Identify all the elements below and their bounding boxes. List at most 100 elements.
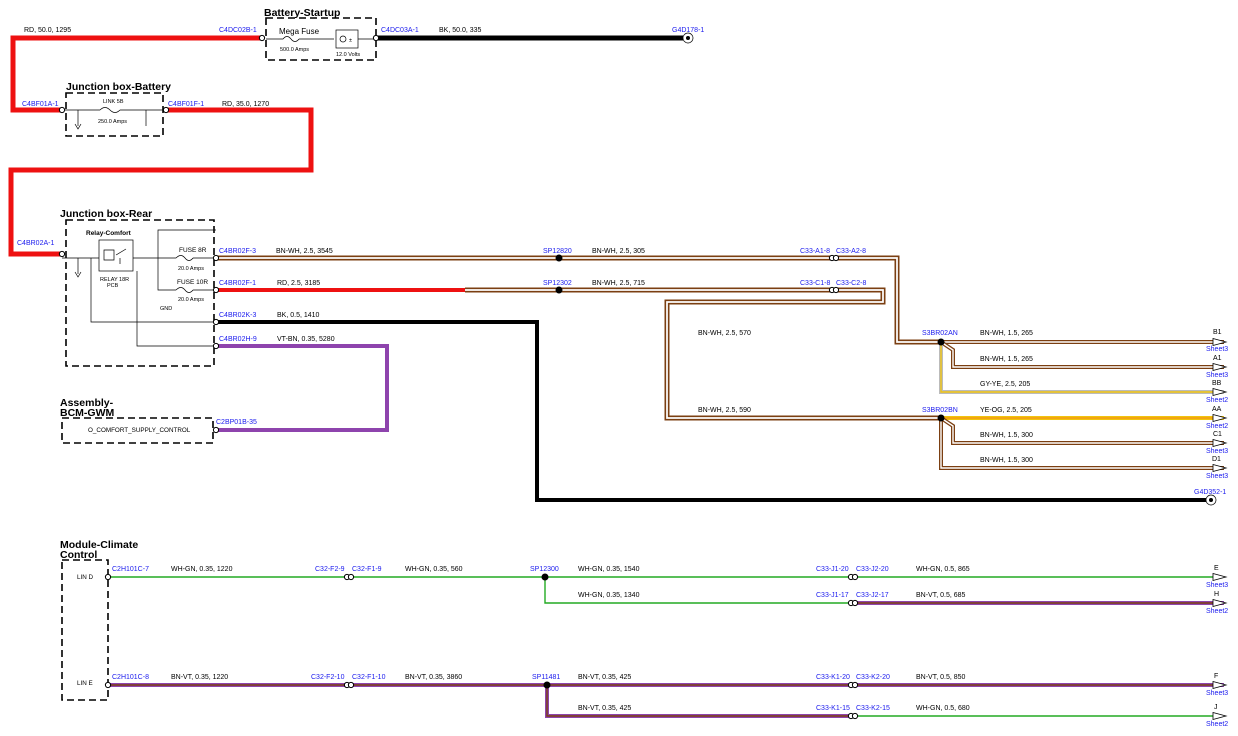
connector-pin[interactable]	[851, 712, 859, 720]
battery-startup-box[interactable]: Battery-Startup Mega Fuse 500.0 Amps ± 1…	[264, 7, 377, 61]
connector-pin[interactable]	[212, 342, 220, 350]
offsheet-arrow-icon[interactable]	[1212, 572, 1228, 582]
connector-pin[interactable]	[347, 681, 355, 689]
connector-label[interactable]: C4BR02A-1	[17, 240, 54, 247]
connector-label[interactable]: C33-K1-15	[816, 705, 850, 712]
connector-label[interactable]: C32-F1-9	[352, 566, 382, 573]
wire-rd-1295[interactable]	[10, 35, 262, 113]
connector-pin[interactable]	[162, 106, 170, 114]
connector-label[interactable]: C2H101C-7	[112, 566, 149, 573]
connector-label[interactable]: C32-F2-10	[311, 674, 345, 681]
connector-pin[interactable]	[832, 286, 840, 294]
splice-label[interactable]: SP12300	[530, 566, 559, 573]
offsheet-sheet-link[interactable]: Sheet3	[1206, 372, 1228, 379]
offsheet-sheet-link[interactable]: Sheet3	[1206, 690, 1228, 697]
connector-label[interactable]: C32-F2-9	[315, 566, 345, 573]
connector-pin[interactable]	[851, 573, 859, 581]
junction-box-battery[interactable]: Junction box-Battery LINK 5B 250.0 Amps	[62, 81, 171, 137]
offsheet-sheet-link[interactable]: Sheet3	[1206, 346, 1228, 353]
splice-dot[interactable]	[937, 338, 945, 346]
connector-label[interactable]: C4BF01A-1	[22, 101, 59, 108]
connector-label[interactable]: C4DC02B-1	[219, 27, 257, 34]
wire-bnwh-300a[interactable]	[939, 416, 1224, 445]
connector-label[interactable]: C2BP01B-35	[216, 419, 257, 426]
wire-label: BN-WH, 2.5, 305	[592, 248, 645, 255]
offsheet-sheet-link[interactable]: Sheet3	[1206, 448, 1228, 455]
offsheet-sheet-link[interactable]: Sheet2	[1206, 721, 1228, 728]
junction-box-rear[interactable]: Junction box-Rear Relay-Comfort RELAY 18…	[60, 208, 216, 367]
connector-label[interactable]: C4BF01F-1	[168, 101, 204, 108]
offsheet-sheet-link[interactable]: Sheet2	[1206, 608, 1228, 615]
wire-label: BN-WH, 2.5, 715	[592, 280, 645, 287]
connector-label[interactable]: C33-K2-20	[856, 674, 890, 681]
splice-dot[interactable]	[555, 286, 563, 294]
connector-label[interactable]: C33-J1-17	[816, 592, 849, 599]
connector-label[interactable]: C33-C1-8	[800, 280, 830, 287]
wire-label: BK, 0.5, 1410	[277, 312, 320, 319]
connector-pin[interactable]	[58, 250, 66, 258]
connector-pin[interactable]	[212, 426, 220, 434]
link-5b-rating: 250.0 Amps	[98, 119, 127, 125]
splice-dot[interactable]	[543, 681, 551, 689]
connector-label[interactable]: C4BR02K-3	[219, 312, 256, 319]
connector-pin[interactable]	[372, 34, 380, 42]
connector-pin[interactable]	[212, 254, 220, 262]
connector-label[interactable]: C32-F1-10	[352, 674, 386, 681]
offsheet-sheet-link[interactable]: Sheet3	[1206, 473, 1228, 480]
wire-vtbn-5280[interactable]	[216, 344, 389, 432]
lin-e-pin: LIN E	[77, 680, 93, 687]
wire-whgn-1340[interactable]	[543, 577, 851, 605]
splice-label[interactable]: SP11481	[532, 674, 560, 681]
wire-rd-1270[interactable]	[8, 107, 314, 257]
splice-label[interactable]: S3BR02BN	[922, 407, 958, 414]
wire-bnwh-265b[interactable]	[939, 340, 1224, 369]
splice-dot[interactable]	[937, 414, 945, 422]
offsheet-arrow-icon[interactable]	[1212, 598, 1228, 608]
offsheet-arrow-icon[interactable]	[1212, 413, 1228, 423]
splice-dot[interactable]	[541, 573, 549, 581]
assembly-bcm-gwm[interactable]: Assembly- BCM-GWM O_COMFORT_SUPPLY_CONTR…	[60, 397, 214, 444]
connector-pin[interactable]	[104, 681, 112, 689]
connector-pin[interactable]	[258, 34, 266, 42]
connector-pin[interactable]	[212, 318, 220, 326]
offsheet-arrow-icon[interactable]	[1212, 362, 1228, 372]
offsheet-arrow-icon[interactable]	[1212, 387, 1228, 397]
connector-label[interactable]: C2H101C-8	[112, 674, 149, 681]
offsheet-arrow-icon[interactable]	[1212, 337, 1228, 347]
splice-label[interactable]: S3BR02AN	[922, 330, 958, 337]
connector-pin[interactable]	[347, 573, 355, 581]
splice-label[interactable]: SP12820	[543, 248, 572, 255]
connector-label[interactable]: C33-K2-15	[856, 705, 890, 712]
link-5b-label: LINK 5B	[103, 99, 124, 105]
connector-label[interactable]: C33-A2-8	[836, 248, 866, 255]
connector-label[interactable]: C33-C2-8	[836, 280, 866, 287]
offsheet-sheet-link[interactable]: Sheet3	[1206, 582, 1228, 589]
connector-pin[interactable]	[851, 599, 859, 607]
connector-label[interactable]: C4BR02F-3	[219, 248, 256, 255]
connector-label[interactable]: C33-J1-20	[816, 566, 849, 573]
splice-label[interactable]: SP12302	[543, 280, 572, 287]
offsheet-arrow-icon[interactable]	[1212, 438, 1228, 448]
connector-label[interactable]: C33-J2-17	[856, 592, 889, 599]
splice-dot[interactable]	[555, 254, 563, 262]
connector-label[interactable]: C4BR02H-9	[219, 336, 257, 343]
wire-label: BN-VT, 0.35, 425	[578, 674, 631, 681]
offsheet-arrow-icon[interactable]	[1212, 711, 1228, 721]
connector-label[interactable]: C4BR02F-1	[219, 280, 256, 287]
connector-label[interactable]: C33-A1-8	[800, 248, 830, 255]
connector-label[interactable]: C4DC03A-1	[381, 27, 419, 34]
offsheet-arrow-icon[interactable]	[1212, 680, 1228, 690]
connector-label[interactable]: G4D352-1	[1194, 489, 1226, 496]
connector-pin[interactable]	[832, 254, 840, 262]
offsheet-sheet-link[interactable]: Sheet2	[1206, 423, 1228, 430]
connector-pin[interactable]	[104, 573, 112, 581]
offsheet-arrow-icon[interactable]	[1212, 463, 1228, 473]
connector-label[interactable]: G4D178-1	[672, 27, 704, 34]
connector-pin[interactable]	[58, 106, 66, 114]
wire-label: BN-WH, 2.5, 570	[698, 330, 751, 337]
connector-label[interactable]: C33-J2-20	[856, 566, 889, 573]
connector-pin[interactable]	[212, 286, 220, 294]
connector-pin[interactable]	[851, 681, 859, 689]
offsheet-sheet-link[interactable]: Sheet2	[1206, 397, 1228, 404]
connector-label[interactable]: C33-K1-20	[816, 674, 850, 681]
